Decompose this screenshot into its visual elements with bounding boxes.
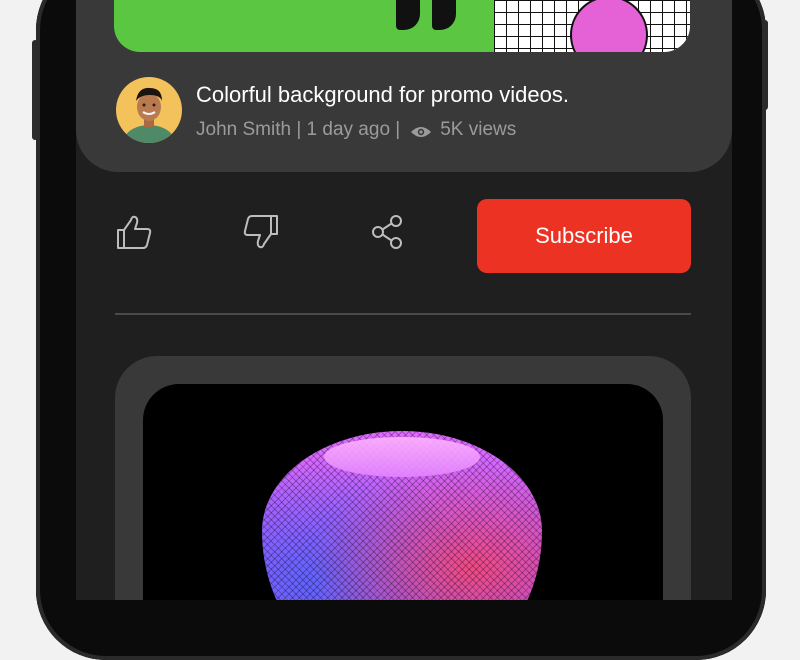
thumbnail-quote-mark [432, 0, 456, 30]
video-thumbnail[interactable] [114, 0, 690, 52]
avatar-person-icon [123, 87, 175, 143]
subscribe-button[interactable]: Subscribe [477, 199, 691, 273]
video-thumbnail[interactable] [143, 384, 663, 600]
thumbnail-pink-circle [570, 0, 648, 52]
view-count: 5K views [440, 119, 517, 140]
divider [115, 313, 691, 315]
video-title[interactable]: Colorful background for promo videos. [196, 82, 569, 108]
eye-icon [410, 123, 432, 137]
thumbs-up-icon [117, 215, 152, 249]
app-screen: Colorful background for promo videos. Jo… [76, 0, 732, 600]
author-name[interactable]: John Smith [196, 119, 291, 141]
thumbnail-quote-mark [396, 0, 420, 30]
video-card[interactable]: Colorful background for promo videos. Jo… [76, 0, 732, 172]
share-icon [372, 215, 402, 249]
meta-separator: | [390, 119, 401, 140]
video-card[interactable] [115, 356, 691, 600]
phone-side-button [32, 40, 38, 140]
thumbs-down-icon [243, 215, 278, 249]
meta-separator: | [291, 119, 307, 140]
share-button[interactable] [368, 212, 408, 252]
like-button[interactable] [114, 212, 154, 252]
video-meta: John Smith | 1 day ago | 5K views [196, 119, 516, 141]
posted-time: 1 day ago [306, 119, 391, 140]
dislike-button[interactable] [241, 212, 281, 252]
speaker-top-glow [324, 437, 480, 477]
avatar[interactable] [116, 77, 182, 143]
phone-side-button [762, 20, 768, 110]
speaker-image [262, 431, 542, 600]
